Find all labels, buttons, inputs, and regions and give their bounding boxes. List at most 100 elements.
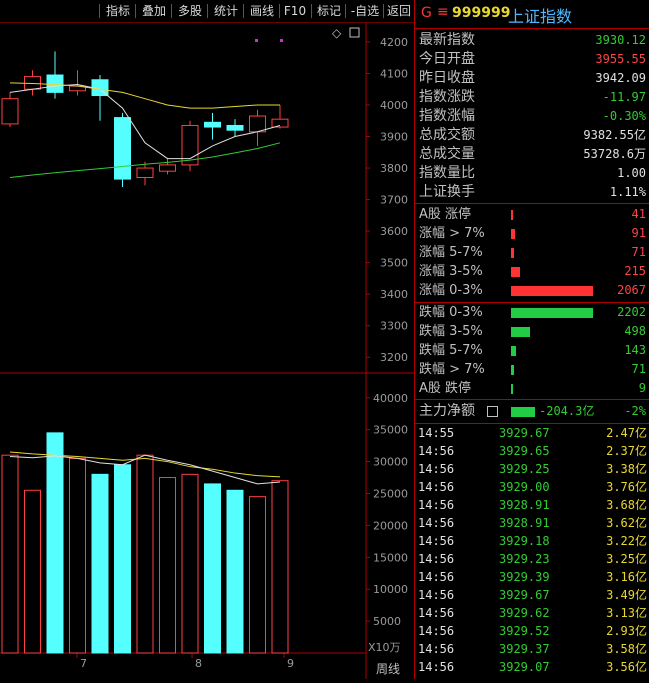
toolbar-button[interactable]: 叠加 <box>136 0 172 22</box>
marker-dot <box>280 39 283 42</box>
tick-volume: 3.58亿 <box>606 642 647 656</box>
tick-row[interactable]: 14:56 3928.91 3.68亿 <box>415 496 649 514</box>
breadth-down-bar <box>511 308 593 318</box>
toolbar-button[interactable]: F10 <box>280 0 310 22</box>
toolbar-separator <box>207 4 208 18</box>
breadth-up-bar <box>511 267 520 277</box>
breadth-down-bar <box>511 384 513 394</box>
toolbar-button[interactable]: 返回 <box>384 0 414 22</box>
tick-price: 3928.91 <box>499 498 550 512</box>
breadth-up-label: 涨幅 3-5% <box>419 264 483 279</box>
tick-row[interactable]: 14:56 3929.25 3.38亿 <box>415 460 649 478</box>
tick-row[interactable]: 14:56 3929.18 3.22亿 <box>415 532 649 550</box>
candle-body <box>46 74 64 93</box>
breadth-down-label: A股 跌停 <box>419 381 472 396</box>
period-label[interactable]: 周线 <box>376 662 400 676</box>
tick-price: 3929.67 <box>499 588 550 602</box>
tick-time: 14:56 <box>418 588 455 602</box>
stat-label: 指数量比 <box>419 165 475 181</box>
volume-bar <box>1 454 19 654</box>
price-tick-label: 4100 <box>380 67 408 80</box>
marker-dot <box>255 39 258 42</box>
tick-volume: 3.68亿 <box>606 498 647 512</box>
list-icon[interactable] <box>487 406 498 417</box>
toolbar-button[interactable]: 多股 <box>172 0 208 22</box>
volume-bar <box>24 489 41 654</box>
tick-row[interactable]: 14:56 3929.37 3.58亿 <box>415 640 649 658</box>
toolbar-separator <box>171 4 172 18</box>
volume-bar <box>46 432 64 654</box>
price-tick-label: 3500 <box>380 257 408 270</box>
price-tick-label: 4200 <box>380 36 408 49</box>
breadth-down-label: 跌幅 3-5% <box>419 324 483 339</box>
breadth-down-value: 143 <box>624 343 646 357</box>
tick-time: 14:56 <box>418 498 455 512</box>
price-tick-label: 3300 <box>380 320 408 333</box>
toolbar-separator <box>311 4 312 18</box>
tick-time: 14:56 <box>418 606 455 620</box>
stat-value: 53728.6万 <box>583 147 646 161</box>
stat-label: 指数涨幅 <box>419 108 475 124</box>
tick-row[interactable]: 14:56 3929.39 3.16亿 <box>415 568 649 586</box>
volume-bar <box>204 483 221 654</box>
menu-icon[interactable]: ≡ <box>437 4 449 20</box>
tick-time: 14:56 <box>418 660 455 674</box>
kline-chart[interactable]: ◇ 4200 4100 4000 3900 3800 3700 3600 3500 3400 330… <box>0 23 414 679</box>
toolbar-separator <box>345 4 346 18</box>
quote-panel: G ≡ 999999 上证指数 最新指数 3930.12 今日开盘 3955.55 昨日… <box>414 0 649 679</box>
tick-volume: 3.25亿 <box>606 552 647 566</box>
tick-time: 14:56 <box>418 552 455 566</box>
tick-row[interactable]: 14:56 3929.65 2.37亿 <box>415 442 649 460</box>
tick-row[interactable]: 14:56 3929.00 3.76亿 <box>415 478 649 496</box>
tick-time: 14:56 <box>418 570 455 584</box>
price-tick-label: 3700 <box>380 194 408 207</box>
stat-value: 3930.12 <box>595 33 646 47</box>
breadth-down-bar <box>511 346 517 356</box>
candle-body <box>159 164 176 172</box>
price-tick-label: 3600 <box>380 225 408 238</box>
tick-row[interactable]: 14:56 3928.91 3.62亿 <box>415 514 649 532</box>
stat-value: 1.00 <box>617 166 646 180</box>
moving-average-line <box>9 83 281 160</box>
tick-time: 14:56 <box>418 534 455 548</box>
tick-volume: 3.62亿 <box>606 516 647 530</box>
section-divider <box>415 203 649 204</box>
flag-label[interactable]: G <box>421 5 432 21</box>
tick-volume: 3.13亿 <box>606 606 647 620</box>
tick-row[interactable]: 14:56 3929.67 3.49亿 <box>415 586 649 604</box>
breadth-up-label: A股 涨停 <box>419 207 472 222</box>
toolbar-button[interactable]: 指标 <box>100 0 136 22</box>
toolbar-separator <box>243 4 244 18</box>
tick-row[interactable]: 14:56 3929.23 3.25亿 <box>415 550 649 568</box>
breadth-down-value: 9 <box>638 381 646 395</box>
volume-bar <box>271 480 289 654</box>
stat-value: 1.11% <box>609 185 646 199</box>
breadth-up-value: 41 <box>631 207 646 221</box>
tick-row[interactable]: 14:55 3929.67 2.47亿 <box>415 424 649 442</box>
tick-price: 3929.67 <box>499 426 550 440</box>
tick-time: 14:56 <box>418 516 455 530</box>
toolbar-button[interactable]: 统计 <box>208 0 244 22</box>
stock-code: 999999 <box>452 5 511 21</box>
tick-row[interactable]: 14:56 3929.07 3.56亿 <box>415 658 649 676</box>
stat-label: 总成交额 <box>419 127 475 143</box>
main-flow-label[interactable]: 主力净额 <box>419 402 475 421</box>
stat-label: 指数涨跌 <box>419 89 475 105</box>
toolbar-button[interactable]: -自选 <box>346 0 384 22</box>
toolbar-button[interactable]: 画线 <box>244 0 280 22</box>
tick-price: 3928.91 <box>499 516 550 530</box>
toolbar-separator <box>99 4 100 18</box>
tick-row[interactable]: 14:56 3929.52 2.93亿 <box>415 622 649 640</box>
chart-toolbar: 指标 叠加 多股 统计 画线 F10 标记 -自选 返回 <box>0 0 414 23</box>
diamond-icon[interactable]: ◇ <box>332 26 342 40</box>
volume-bar <box>114 464 131 654</box>
date-tick-label: 9 <box>287 657 294 670</box>
breadth-down-value: 498 <box>624 324 646 338</box>
stat-value: -0.30% <box>602 109 646 123</box>
tick-price: 3929.52 <box>499 624 550 638</box>
tick-row[interactable]: 14:56 3929.62 3.13亿 <box>415 604 649 622</box>
window-icon[interactable] <box>349 27 360 38</box>
toolbar-button[interactable]: 标记 <box>312 0 346 22</box>
candle-body <box>136 167 154 179</box>
price-tick-label: 3900 <box>380 131 408 144</box>
